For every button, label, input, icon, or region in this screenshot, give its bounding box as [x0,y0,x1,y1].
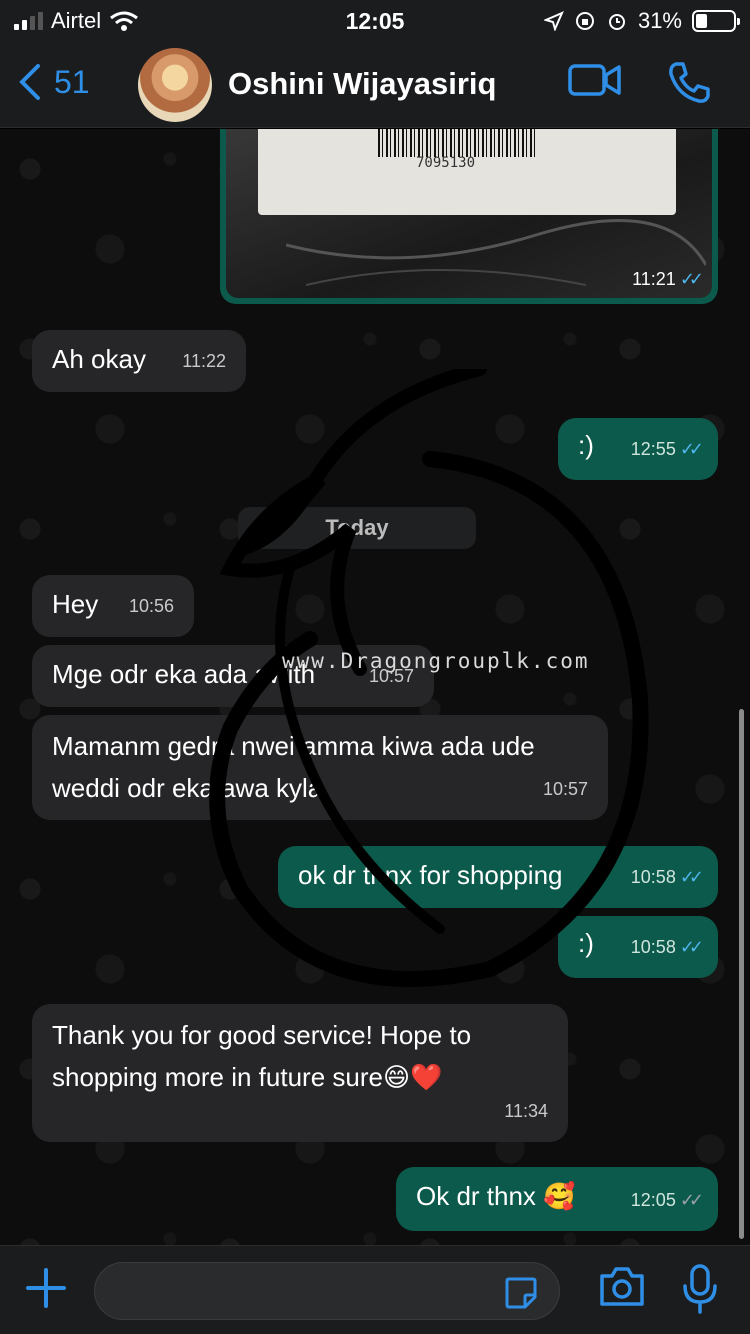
camera-icon[interactable] [598,1264,646,1308]
chat-area[interactable]: 7095130 11:21 ✓✓ Ah okay 11:22 :) 12:55 ✓… [0,129,750,1245]
watermark-text: www.Dragongrouplk.com [282,649,590,673]
back-button[interactable]: 51 [16,62,90,102]
message-time: 10:57 [542,779,588,799]
message-time: 11:22 [182,351,226,371]
message-text: Ok dr thnx 🥰 [416,1181,576,1211]
phone-icon[interactable] [666,60,712,106]
message-time: 10:56 [128,596,174,616]
read-receipt-icon: ✓✓ [679,937,704,957]
message-time: 12:55 [630,439,676,459]
message-outgoing[interactable]: :) 10:58 ✓✓ [558,916,718,978]
message-time: 11:34 [504,1101,548,1121]
message-outgoing[interactable]: Ok dr thnx 🥰 12:05 ✓✓ [396,1167,718,1231]
message-meta: 12:55 ✓✓ [630,428,704,470]
input-bar [0,1245,750,1334]
read-receipt-icon: ✓✓ [679,439,704,459]
battery-icon [692,10,740,32]
message-meta: 11:22 [182,340,226,382]
video-call-icon[interactable] [568,60,622,100]
microphone-icon[interactable] [680,1264,720,1314]
contact-avatar[interactable] [138,48,212,122]
plus-icon[interactable] [24,1266,68,1319]
battery-percent: 31% [637,8,682,33]
message-text: ok dr thnx for shopping [298,860,563,890]
date-separator: Today [238,507,476,549]
message-time: 10:58 [630,867,676,887]
message-meta: 10:58 ✓✓ [630,926,704,968]
barcode-number: 7095130 [416,155,476,171]
status-bar: Airtel 12:05 31% [0,0,750,42]
rotation-lock-icon [575,12,594,30]
read-receipt-icon: ✓✓ [679,269,704,289]
unread-count: 51 [54,63,90,100]
sticker-icon[interactable] [503,1275,539,1311]
message-incoming[interactable]: Hey 10:56 [32,575,194,637]
message-incoming[interactable]: Mamanm gedra nwei amma kiwa ada ude wedd… [32,715,608,820]
message-time: 10:58 [630,937,676,957]
read-receipt-icon: ✓✓ [679,867,704,887]
location-arrow-icon [543,11,564,31]
message-outgoing[interactable]: ok dr thnx for shopping 10:58 ✓✓ [278,846,718,908]
status-right: 31% [543,8,740,34]
message-meta: 10:57 [543,768,588,810]
message-text: Thank you for good service! Hope to shop… [52,1020,472,1092]
message-meta: 10:58 ✓✓ [630,856,704,898]
message-text: :) [578,430,594,460]
message-meta: 11:34 [504,1090,548,1132]
message-input[interactable] [94,1262,560,1320]
package-label: 7095130 [258,129,676,215]
message-time: 11:21 [632,269,676,289]
chat-header: 51 Oshini Wijayasiriq [0,42,750,128]
message-text: :) [578,928,594,958]
message-incoming[interactable]: Thank you for good service! Hope to shop… [32,1004,568,1142]
back-chevron-icon [19,64,40,100]
message-meta: 12:05 ✓✓ [630,1179,704,1221]
message-text: Ah okay [52,344,146,374]
delivered-receipt-icon: ✓✓ [679,1190,704,1210]
message-incoming[interactable]: Ah okay 11:22 [32,330,246,392]
message-time: 12:05 [630,1190,676,1210]
alarm-icon [608,14,625,30]
contact-name[interactable]: Oshini Wijayasiriq [228,66,496,102]
message-meta: 10:56 [129,585,174,627]
barcode [378,129,538,157]
message-text: Mamanm gedra nwei amma kiwa ada ude wedd… [52,731,535,803]
message-meta: 11:21 ✓✓ [632,269,704,290]
message-outgoing[interactable]: :) 12:55 ✓✓ [558,418,718,480]
scrollbar[interactable] [739,709,744,1239]
message-text: Mge odr eka ada awith [52,659,316,689]
message-text: Hey [52,589,99,619]
image-message[interactable]: 7095130 11:21 ✓✓ [220,129,718,304]
